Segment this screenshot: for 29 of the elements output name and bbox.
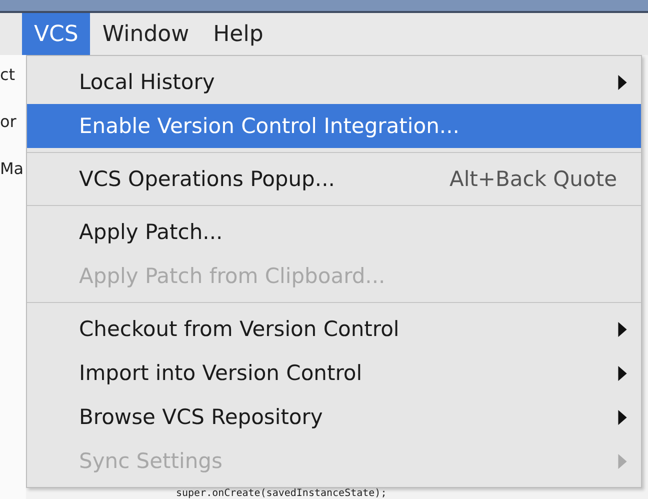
menu-item-label: Local History [79,70,216,94]
menu-item[interactable]: Browse VCS Repository [27,395,641,439]
submenu-arrow-icon [618,366,627,380]
background-text: or [0,112,18,131]
background-text: Ma [0,159,25,178]
code-line: super.onCreate(savedInstanceState); [175,488,388,499]
shortcut-label: Alt+Back Quote [449,167,617,191]
menu-bar-item[interactable]: Window [90,13,202,55]
submenu-arrow-icon [618,74,627,90]
menu-item-label: Apply Patch... [79,220,224,244]
menu-item[interactable]: VCS Operations Popup... Alt+Back Quote [27,157,641,201]
submenu-arrow-icon [618,410,627,424]
menu-item-label: Apply Patch from Clipboard... [79,264,386,288]
menu-item[interactable]: Checkout from Version Control [27,307,641,351]
submenu-arrow-icon [618,454,627,468]
submenu-arrow-icon [618,322,627,336]
menu-item-label: Enable Version Control Integration... [79,114,460,138]
menu-item[interactable]: Apply Patch... [27,210,641,254]
menu-bar-item[interactable]: Help [201,13,276,55]
menu-item-label: Browse VCS Repository [79,405,324,429]
menu-item[interactable]: Enable Version Control Integration... [27,104,641,148]
menu-item-label: VCS Operations Popup... [79,167,336,191]
menu-item-label: Checkout from Version Control [79,317,400,341]
menu-item[interactable]: Local History [27,60,641,104]
menu-item-label: Sync Settings [79,449,224,473]
menu-bar-item[interactable]: VCS [22,13,90,55]
menu-item[interactable]: Import into Version Control [27,351,641,395]
menu-item-label: Import into Version Control [79,361,364,385]
background-text: ct [0,65,16,84]
